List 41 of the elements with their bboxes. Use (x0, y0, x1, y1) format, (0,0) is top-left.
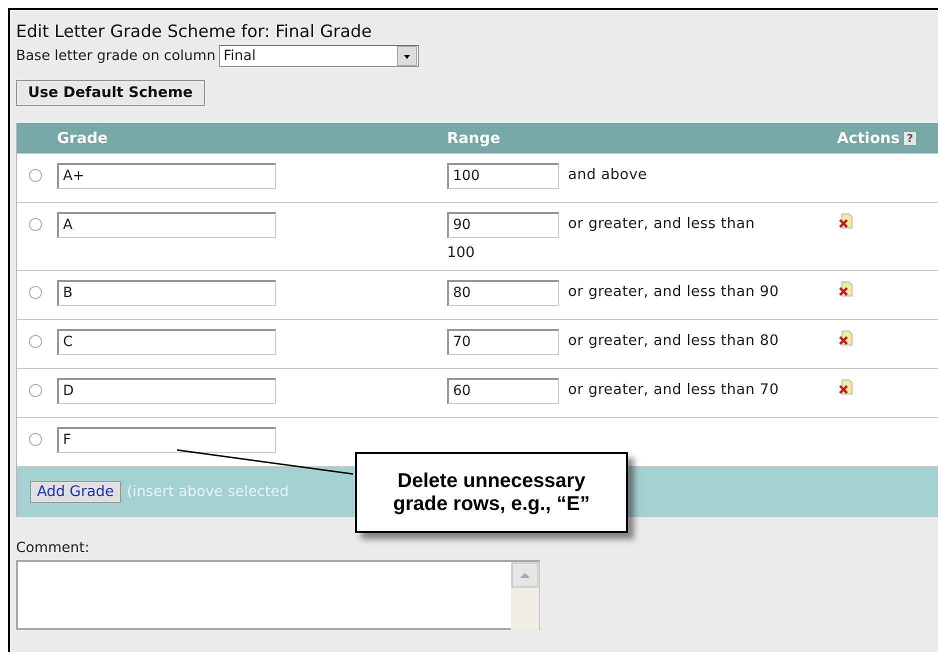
page-title: Edit Letter Grade Scheme for: Final Grade (16, 22, 373, 42)
range-text: or greater, and less than 70 (568, 382, 779, 398)
range-input[interactable]: 80 (447, 280, 559, 306)
row-radio[interactable] (29, 384, 42, 397)
range-input[interactable]: 60 (447, 378, 559, 404)
help-icon[interactable]: ? (904, 132, 916, 144)
add-grade-hint: (insert above selected (126, 484, 289, 500)
delete-icon[interactable] (837, 280, 855, 298)
add-grade-button[interactable]: Add Grade (30, 481, 121, 503)
delete-icon[interactable] (837, 212, 855, 230)
range-text: and above (568, 167, 648, 183)
comment-field[interactable] (16, 560, 540, 630)
grade-input[interactable]: F (57, 427, 276, 453)
grade-input[interactable]: B (57, 280, 276, 306)
column-header: Grade (57, 129, 109, 147)
grade-input[interactable]: A+ (57, 163, 276, 189)
column-header: Range (447, 129, 502, 147)
row-radio[interactable] (29, 218, 42, 231)
range-text: or greater, and less than (568, 216, 755, 232)
range-input[interactable]: 90 (447, 212, 559, 238)
row-radio[interactable] (29, 286, 42, 299)
callout-note: Delete unnecessary grade rows, e.g., “E” (355, 452, 628, 533)
grade-input[interactable]: D (57, 378, 276, 404)
use-default-scheme-button[interactable]: Use Default Scheme (16, 80, 205, 106)
column-select[interactable]: Final (219, 45, 420, 67)
range-text: or greater, and less than 80 (568, 333, 779, 349)
scrollbar-drawing (511, 562, 539, 630)
grade-input[interactable]: A (57, 212, 276, 238)
range-input[interactable]: 100 (447, 163, 559, 189)
grade-input[interactable]: C (57, 329, 276, 355)
comment-label: Comment: (16, 540, 90, 556)
base-column-label: Base letter grade on column (16, 48, 216, 64)
column-header: Actions (837, 129, 900, 147)
row-radio[interactable] (29, 335, 42, 348)
range-text: 100 (447, 245, 476, 261)
range-text: or greater, and less than 90 (568, 284, 779, 300)
row-radio[interactable] (29, 169, 42, 182)
row-radio[interactable] (29, 433, 42, 446)
delete-icon[interactable] (837, 329, 855, 347)
delete-icon[interactable] (837, 378, 855, 396)
range-input[interactable]: 70 (447, 329, 559, 355)
